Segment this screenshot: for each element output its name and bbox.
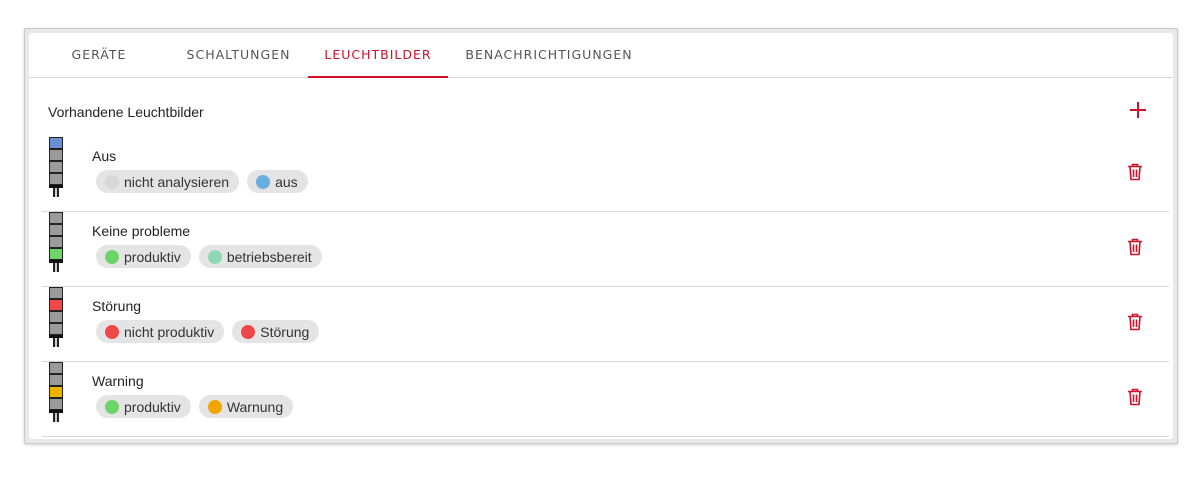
- status-dot-icon: [105, 324, 119, 339]
- lamp-pole: [53, 263, 59, 272]
- lamp-segment: [49, 137, 63, 149]
- tab-bar: GERÄTE SCHALTUNGEN LEUCHTBILDER BENACHRI…: [29, 33, 1173, 78]
- chip-label: nicht produktiv: [124, 323, 215, 340]
- card-content: GERÄTE SCHALTUNGEN LEUCHTBILDER BENACHRI…: [29, 33, 1173, 439]
- lamp-segment: [49, 311, 63, 323]
- lamp-pole: [53, 338, 59, 347]
- chip-label: produktiv: [124, 398, 181, 415]
- leuchtbilder-list: Aus nicht analysieren aus Keine probleme…: [42, 137, 1169, 437]
- lamp-segment: [49, 299, 63, 311]
- chip-label: nicht analysieren: [124, 173, 230, 190]
- signal-tower-icon: [48, 137, 64, 197]
- status-chip: produktiv: [96, 395, 191, 418]
- item-title: Aus: [92, 148, 117, 164]
- lamp-segment: [49, 161, 63, 173]
- status-dot-icon: [105, 249, 119, 264]
- lamp-segment: [49, 398, 63, 410]
- status-dot-icon: [105, 399, 119, 414]
- trash-icon: [1128, 313, 1142, 331]
- status-dot-icon: [207, 399, 222, 414]
- lamp-segment: [49, 248, 63, 260]
- status-dot-icon: [105, 174, 119, 189]
- item-title: Keine probleme: [92, 223, 191, 239]
- lamp-segment: [49, 287, 63, 299]
- chip-label: Warnung: [226, 398, 284, 415]
- lamp-segment: [49, 173, 63, 185]
- status-dot-icon: [241, 324, 256, 339]
- status-chip: nicht analysieren: [96, 170, 240, 193]
- status-chips: nicht produktiv Störung: [96, 320, 320, 343]
- status-dot-icon: [207, 249, 222, 264]
- item-title: Störung: [92, 298, 142, 314]
- chip-label: produktiv: [124, 248, 181, 265]
- trash-icon: [1128, 163, 1142, 181]
- status-chip: aus: [247, 170, 308, 193]
- signal-tower-icon: [48, 212, 64, 272]
- chip-label: aus: [275, 173, 298, 190]
- status-chip: nicht produktiv: [96, 320, 225, 343]
- delete-button[interactable]: [1127, 163, 1143, 181]
- delete-button[interactable]: [1127, 388, 1143, 406]
- lamp-segment: [49, 362, 63, 374]
- lamp-segment: [49, 149, 63, 161]
- lamp-segment: [49, 212, 63, 224]
- delete-button[interactable]: [1127, 238, 1143, 256]
- tab-leuchtbilder[interactable]: LEUCHTBILDER: [308, 33, 448, 78]
- lamp-segment: [49, 224, 63, 236]
- status-chip: betriebsbereit: [198, 245, 322, 268]
- tab-geraete[interactable]: GERÄTE: [29, 33, 169, 78]
- signal-tower-icon: [48, 287, 64, 347]
- trash-icon: [1128, 388, 1142, 406]
- item-title: Warning: [92, 373, 144, 389]
- lamp-pole: [53, 413, 59, 422]
- lamp-segment: [49, 386, 63, 398]
- status-chips: produktiv betriebsbereit: [96, 245, 322, 268]
- lamp-segment: [49, 236, 63, 248]
- delete-button[interactable]: [1127, 313, 1143, 331]
- status-chip: Warnung: [198, 395, 294, 418]
- chip-label: Störung: [260, 323, 310, 340]
- lamp-segment: [49, 323, 63, 335]
- add-leuchtbild-button[interactable]: [1129, 101, 1147, 119]
- status-chips: produktiv Warnung: [96, 395, 294, 418]
- status-chip: Störung: [232, 320, 320, 343]
- status-chips: nicht analysieren aus: [96, 170, 308, 193]
- leuchtbilder-card: GERÄTE SCHALTUNGEN LEUCHTBILDER BENACHRI…: [24, 28, 1178, 444]
- lamp-segment: [49, 374, 63, 386]
- list-item[interactable]: Keine probleme produktiv betriebsbereit: [42, 212, 1169, 287]
- section-title: Vorhandene Leuchtbilder: [48, 104, 204, 120]
- list-item[interactable]: Warning produktiv Warnung: [42, 362, 1169, 437]
- chip-label: betriebsbereit: [226, 248, 312, 265]
- status-chip: produktiv: [96, 245, 191, 268]
- status-dot-icon: [256, 174, 271, 189]
- list-item[interactable]: Störung nicht produktiv Störung: [42, 287, 1169, 362]
- tab-benachrichtigungen[interactable]: BENACHRICHTIGUNGEN: [448, 33, 650, 78]
- lamp-pole: [53, 188, 59, 197]
- list-item[interactable]: Aus nicht analysieren aus: [42, 137, 1169, 212]
- trash-icon: [1128, 238, 1142, 256]
- signal-tower-icon: [48, 362, 64, 422]
- tab-schaltungen[interactable]: SCHALTUNGEN: [169, 33, 308, 78]
